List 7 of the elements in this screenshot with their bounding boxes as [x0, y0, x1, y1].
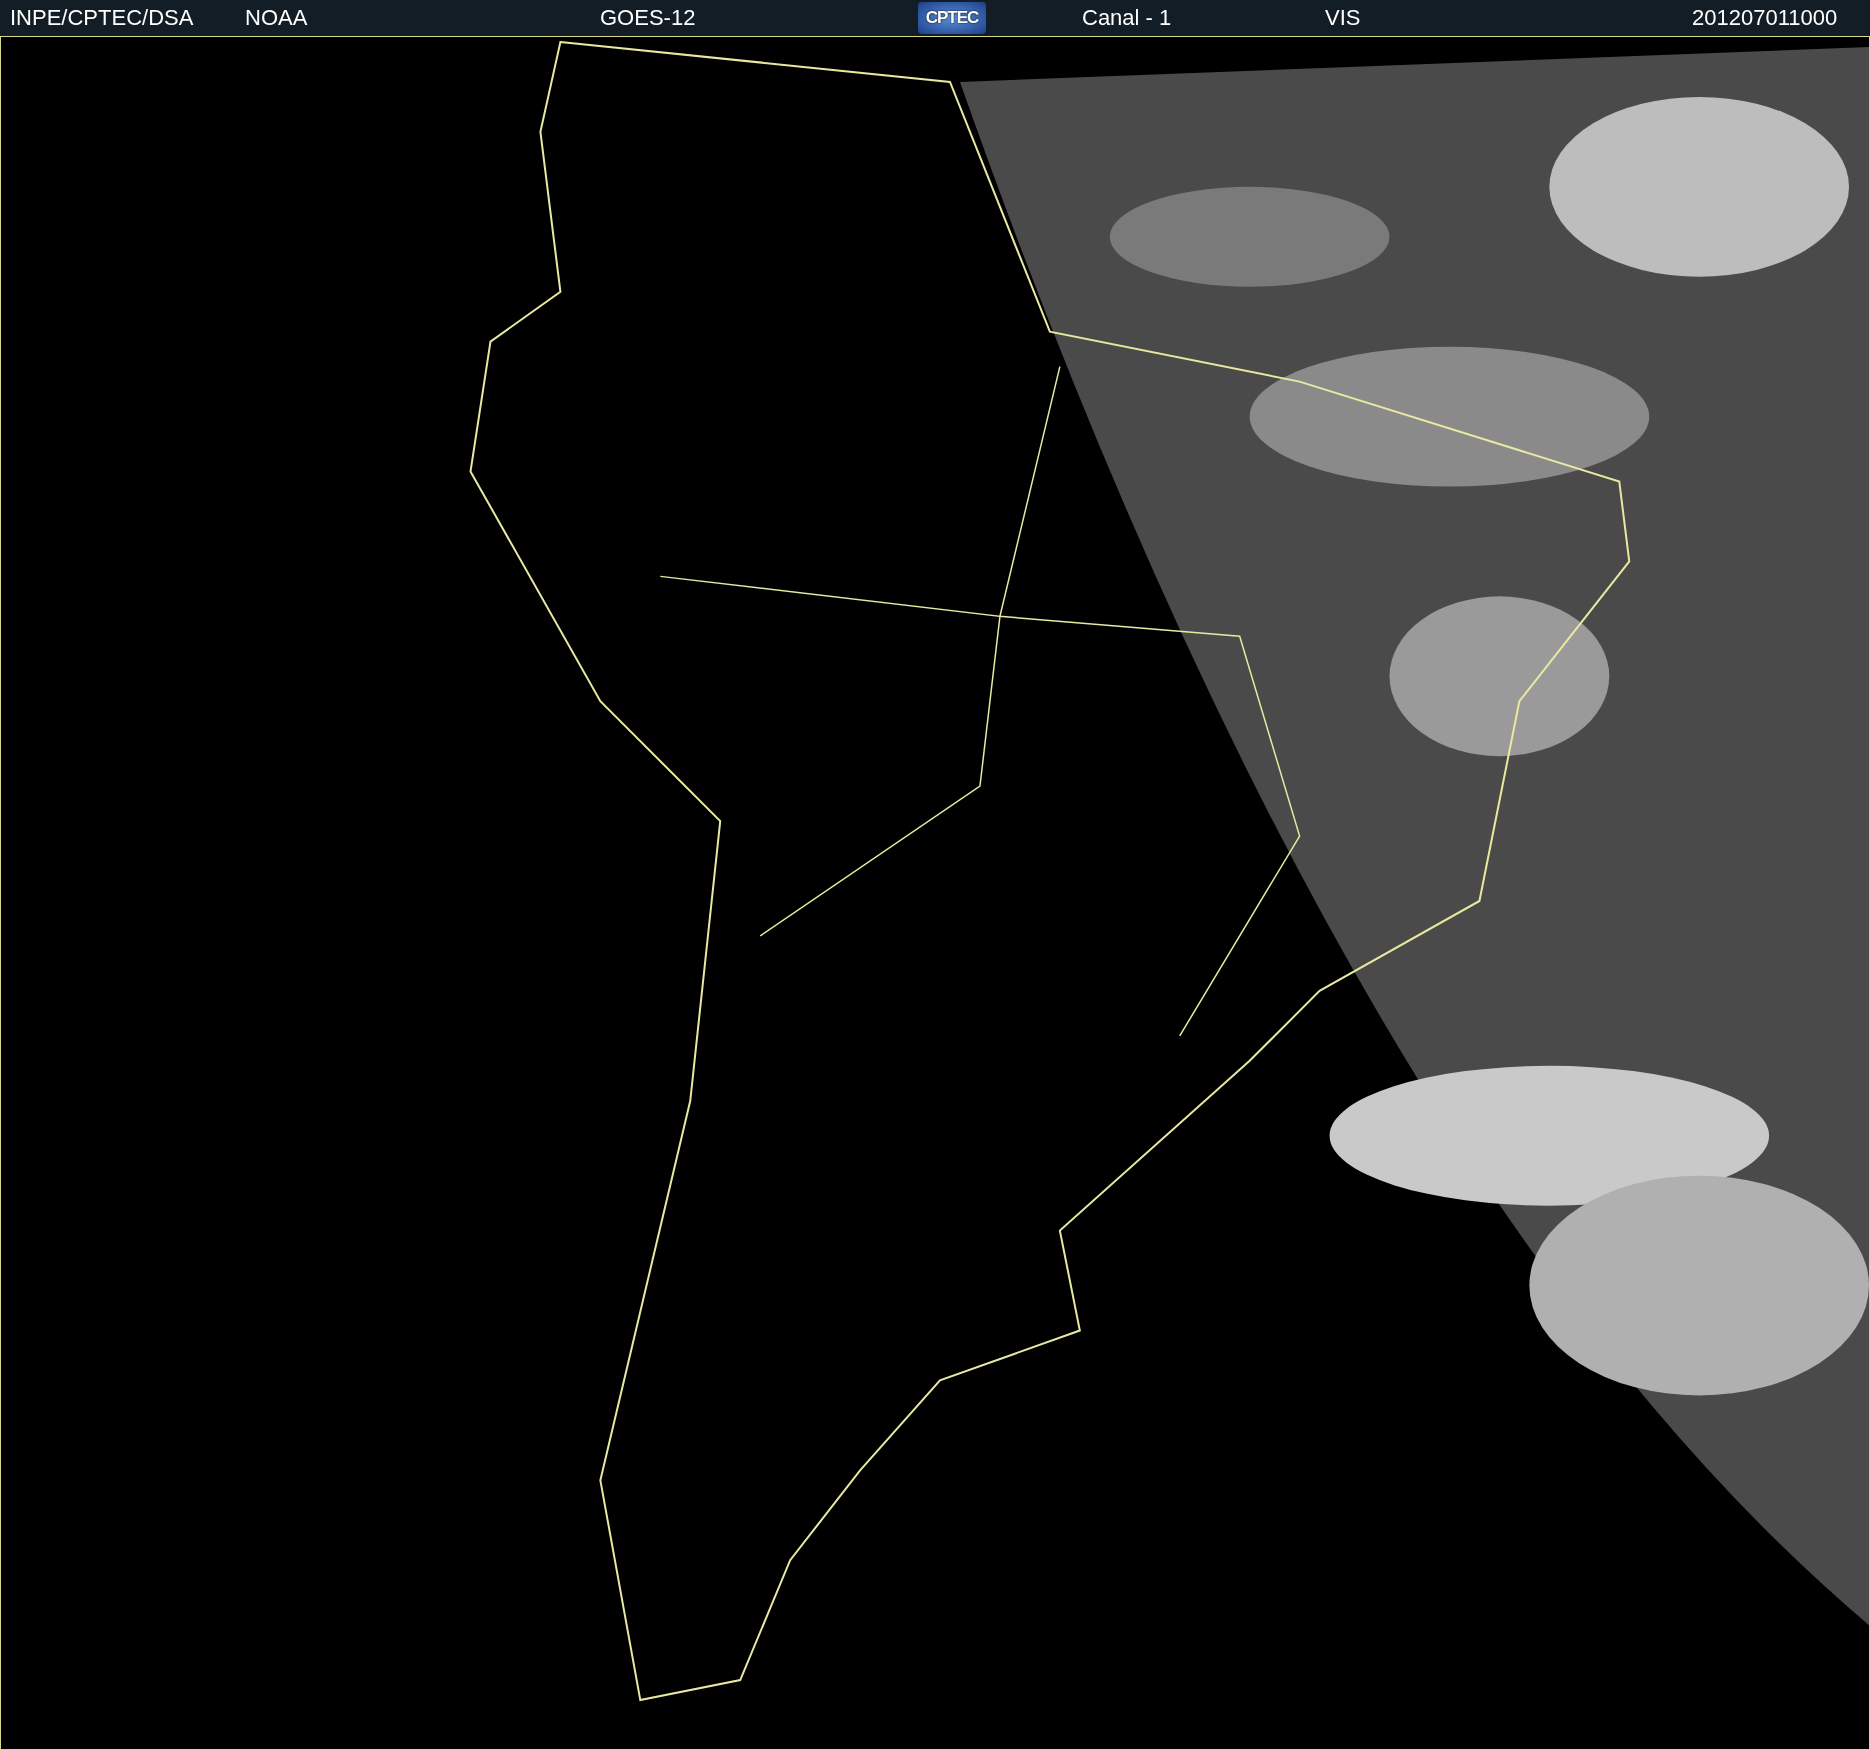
- header-label: NOAA: [245, 5, 309, 31]
- header-label: INPE/CPTEC/DSA: [10, 5, 195, 31]
- header-label: Canal - 1: [1082, 5, 1173, 31]
- header-label: 201207011000: [1692, 5, 1839, 31]
- header-label: VIS: [1325, 5, 1362, 31]
- header-label: GOES-12: [600, 5, 697, 31]
- logo: CPTEC: [918, 2, 986, 34]
